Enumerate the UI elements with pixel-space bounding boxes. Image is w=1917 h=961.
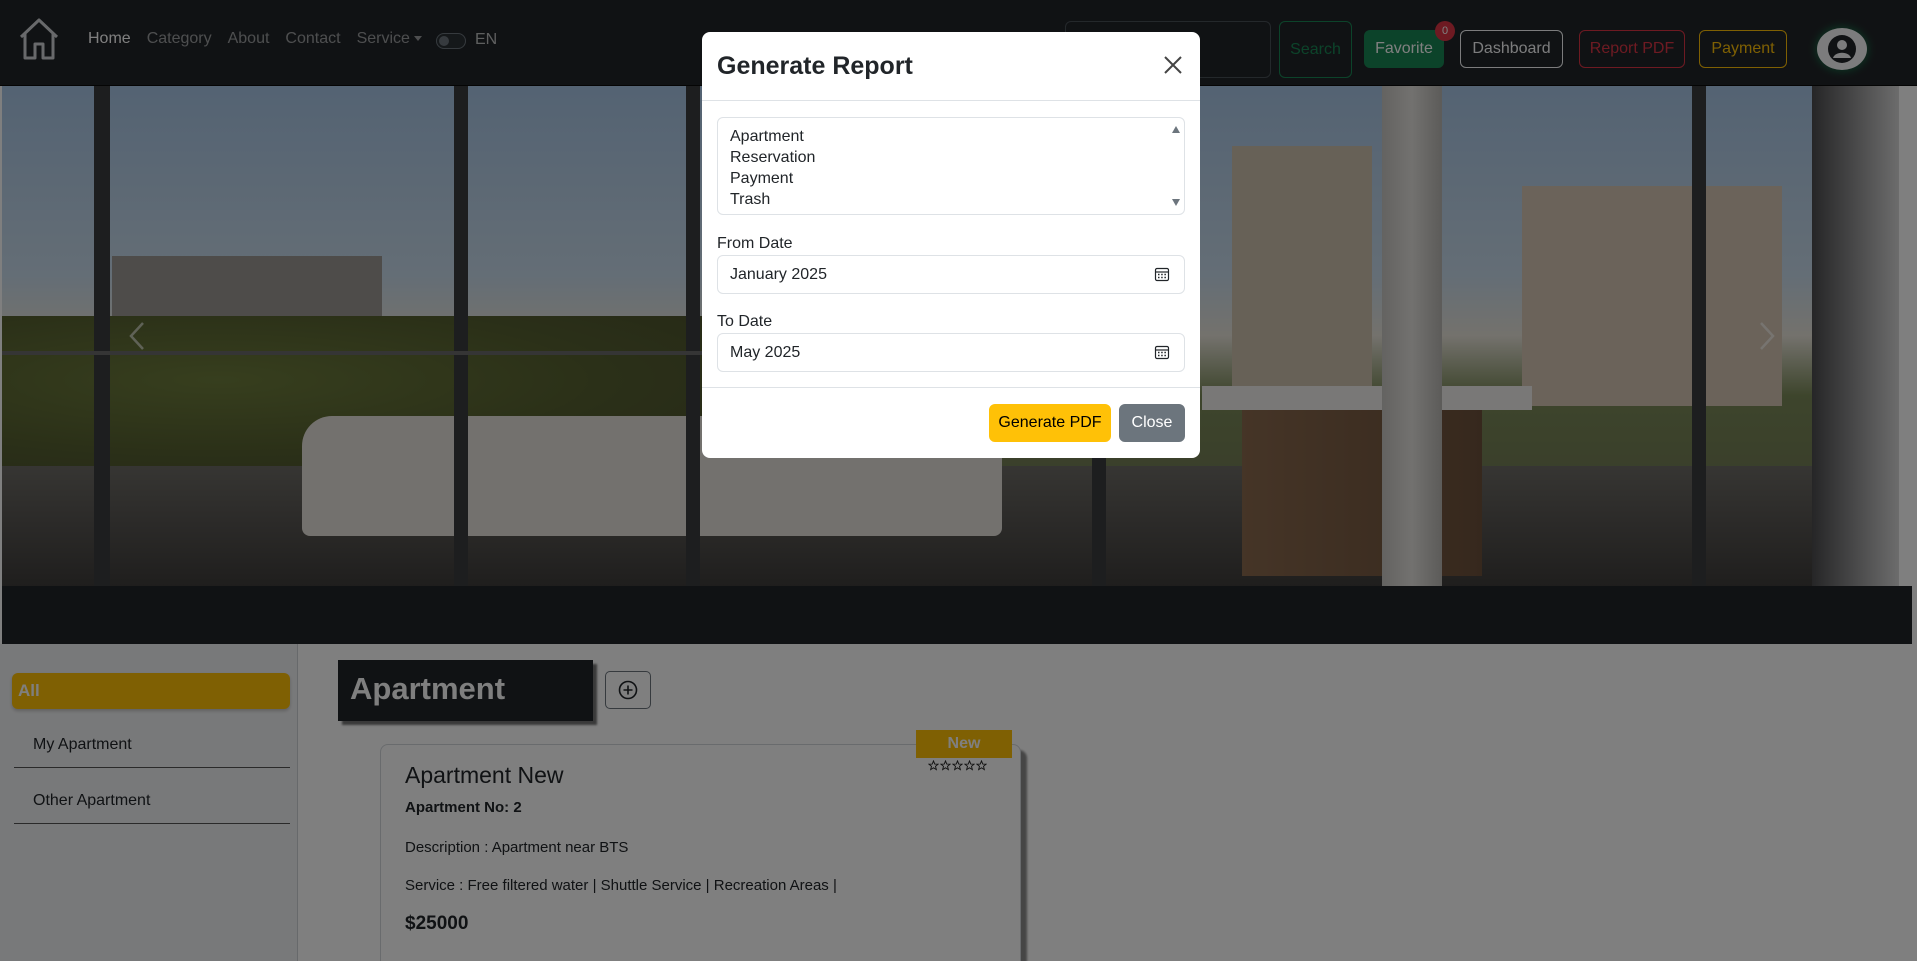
scroll-down-arrow-icon[interactable] — [1172, 199, 1180, 206]
to-date-label: To Date — [717, 313, 773, 330]
modal-title: Generate Report — [717, 52, 913, 80]
to-date-input[interactable] — [717, 333, 1185, 372]
close-icon[interactable] — [1160, 52, 1186, 78]
generate-report-modal: Generate Report Apartment Reservation Pa… — [702, 32, 1200, 458]
generate-pdf-button[interactable]: Generate PDF — [989, 404, 1111, 442]
modal-header: Generate Report — [702, 32, 1200, 101]
report-type-option[interactable]: Payment — [730, 168, 1172, 189]
scroll-up-arrow-icon[interactable] — [1172, 126, 1180, 133]
report-type-select[interactable]: Apartment Reservation Payment Trash — [717, 117, 1185, 215]
from-date-label: From Date — [717, 235, 793, 252]
calendar-icon[interactable] — [1154, 266, 1170, 282]
report-type-option[interactable]: Trash — [730, 189, 1172, 210]
report-type-option[interactable]: Apartment — [730, 126, 1172, 147]
report-type-option[interactable]: Reservation — [730, 147, 1172, 168]
calendar-icon[interactable] — [1154, 344, 1170, 360]
from-date-input[interactable] — [717, 255, 1185, 294]
close-button[interactable]: Close — [1119, 404, 1185, 442]
